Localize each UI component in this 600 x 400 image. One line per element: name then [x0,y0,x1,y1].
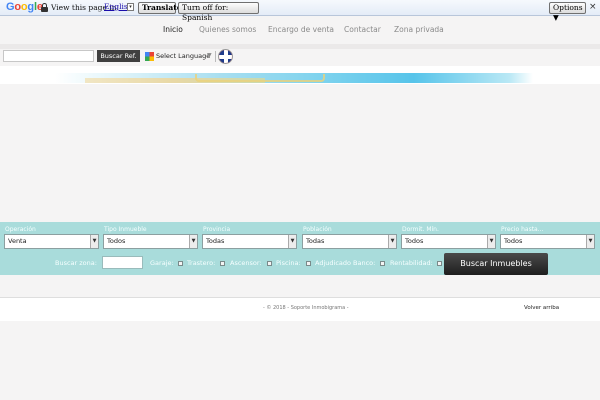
chevron-down-icon: ▼ [586,235,594,248]
bedrooms-select[interactable]: Todos ▼ [401,234,496,249]
town-value: Todas [306,237,325,245]
profitability-label: Rentabilidad: [390,259,433,267]
property-type-label: Tipo Inmueble [104,226,147,233]
chevron-down-icon: ▼ [388,235,396,248]
chevron-down-icon: ▼ [207,52,212,59]
zone-search-label: Buscar zona: [55,259,97,267]
turn-off-button[interactable]: Turn off for: Spanish [178,2,259,22]
province-label: Provincia [203,226,231,233]
reference-search-input[interactable] [3,50,94,62]
profitability-checkbox[interactable] [437,261,442,266]
elevator-label: Ascensor: [230,259,262,267]
pool-label: Piscina: [276,259,301,267]
footer: - © 2018 - Soporte Inmobigrama - Volver … [0,298,600,321]
town-select[interactable]: Todas ▼ [302,234,397,249]
lock-icon [41,3,48,12]
chevron-down-icon: ▼ [189,235,197,248]
back-to-top-link[interactable]: Volver arriba [524,305,559,311]
operation-select[interactable]: Venta ▼ [4,234,99,249]
translate-bar: Google View this page in: English ▾ Tran… [0,0,600,22]
storage-checkbox[interactable] [220,261,225,266]
language-dropdown-icon[interactable]: ▾ [127,3,134,11]
garage-label: Garaje: [150,259,174,267]
google-logo: Google [6,1,43,13]
town-label: Población [303,226,332,233]
bank-awarded-label: Adjudicado Banco: [315,259,376,267]
translate-button[interactable]: Translate [138,2,181,14]
chevron-down-icon: ▼ [487,235,495,248]
pool-checkbox[interactable] [306,261,311,266]
banner-image [55,73,533,83]
copyright-text: - © 2018 - Soporte Inmobigrama - [263,305,349,311]
nav-item-contactar[interactable]: Contactar [344,25,381,34]
province-value: Todas [206,237,225,245]
garage-checkbox[interactable] [178,261,183,266]
nav-item-inicio[interactable]: Inicio [163,25,183,34]
bedrooms-value: Todos [405,237,424,245]
options-button[interactable]: Options ▼ [549,2,586,22]
uk-flag-icon[interactable] [218,49,233,64]
search-reference-button[interactable]: Buscar Ref. [97,50,140,62]
language-select[interactable]: Select Language ▼ [144,51,216,62]
nav-item-zona-privada[interactable]: Zona privada [394,25,444,34]
max-price-select[interactable]: Todos ▼ [500,234,595,249]
property-type-select[interactable]: Todos ▼ [103,234,198,249]
language-select-label: Select Language [156,52,211,60]
operation-label: Operación [5,226,36,233]
nav-item-quienes-somos[interactable]: Quienes somos [199,25,256,34]
max-price-value: Todos [504,237,523,245]
close-icon[interactable]: × [589,2,597,13]
google-translate-icon [145,52,154,61]
nav-item-encargo-de-venta[interactable]: Encargo de venta [268,25,334,34]
bedrooms-label: Dormit. Mín. [402,226,439,233]
operation-value: Venta [8,237,27,245]
nav-divider [0,44,600,49]
search-properties-button[interactable]: Buscar Inmuebles [444,253,548,275]
max-price-label: Precio hasta... [501,226,544,233]
storage-label: Trastero: [187,259,216,267]
elevator-checkbox[interactable] [267,261,272,266]
bank-awarded-checkbox[interactable] [380,261,385,266]
main-nav: Inicio Quienes somos Encargo de venta Co… [0,16,600,45]
property-type-value: Todos [107,237,126,245]
chevron-down-icon: ▼ [90,235,98,248]
chevron-down-icon: ▼ [288,235,296,248]
zone-search-input[interactable] [102,256,143,269]
province-select[interactable]: Todas ▼ [202,234,297,249]
